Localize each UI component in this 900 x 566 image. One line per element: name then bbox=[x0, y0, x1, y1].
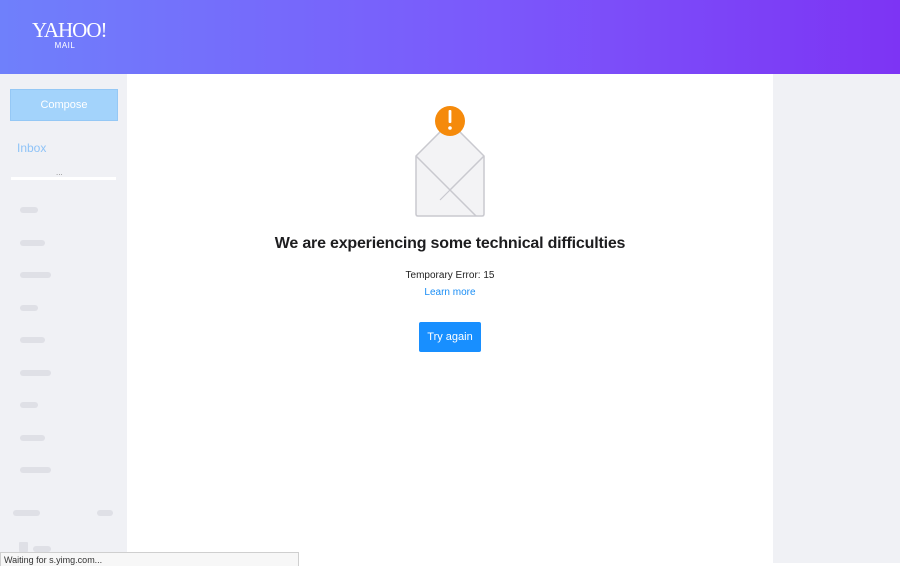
error-code: Temporary Error: 15 bbox=[405, 270, 495, 281]
right-rail bbox=[773, 74, 900, 563]
app-header: YAHOO! MAIL bbox=[0, 0, 900, 74]
try-again-button[interactable]: Try again bbox=[419, 322, 481, 352]
logo-wordmark: YAHOO! bbox=[32, 18, 108, 42]
error-heading: We are experiencing some technical diffi… bbox=[274, 235, 626, 252]
folder-placeholder bbox=[20, 272, 51, 278]
inbox-loading-indicator: ... bbox=[56, 168, 63, 177]
yahoo-mail-logo[interactable]: YAHOO! MAIL bbox=[32, 18, 108, 51]
learn-more-link[interactable]: Learn more bbox=[127, 287, 773, 298]
folder-placeholder bbox=[20, 240, 45, 246]
main-content: We are experiencing some technical diffi… bbox=[127, 74, 773, 563]
section-placeholder bbox=[97, 510, 113, 516]
folder-placeholder bbox=[20, 337, 45, 343]
folder-placeholder bbox=[20, 402, 38, 408]
broken-envelope-icon bbox=[415, 106, 485, 217]
folder-placeholder bbox=[20, 207, 38, 213]
image-icon bbox=[19, 542, 28, 552]
folder-placeholder bbox=[20, 467, 51, 473]
sidebar: Compose Inbox ... bbox=[0, 74, 127, 563]
section-placeholder bbox=[13, 510, 40, 516]
folder-placeholder bbox=[20, 305, 38, 311]
warning-icon bbox=[435, 106, 465, 136]
logo-subtitle: MAIL bbox=[54, 41, 76, 50]
folder-placeholder bbox=[20, 370, 51, 376]
folder-placeholder bbox=[20, 435, 45, 441]
browser-status-bar: Waiting for s.yimg.com... bbox=[0, 552, 299, 566]
sidebar-item-inbox[interactable]: Inbox bbox=[17, 141, 46, 155]
compose-button[interactable]: Compose bbox=[10, 89, 118, 121]
inbox-progress-bar bbox=[11, 177, 116, 180]
